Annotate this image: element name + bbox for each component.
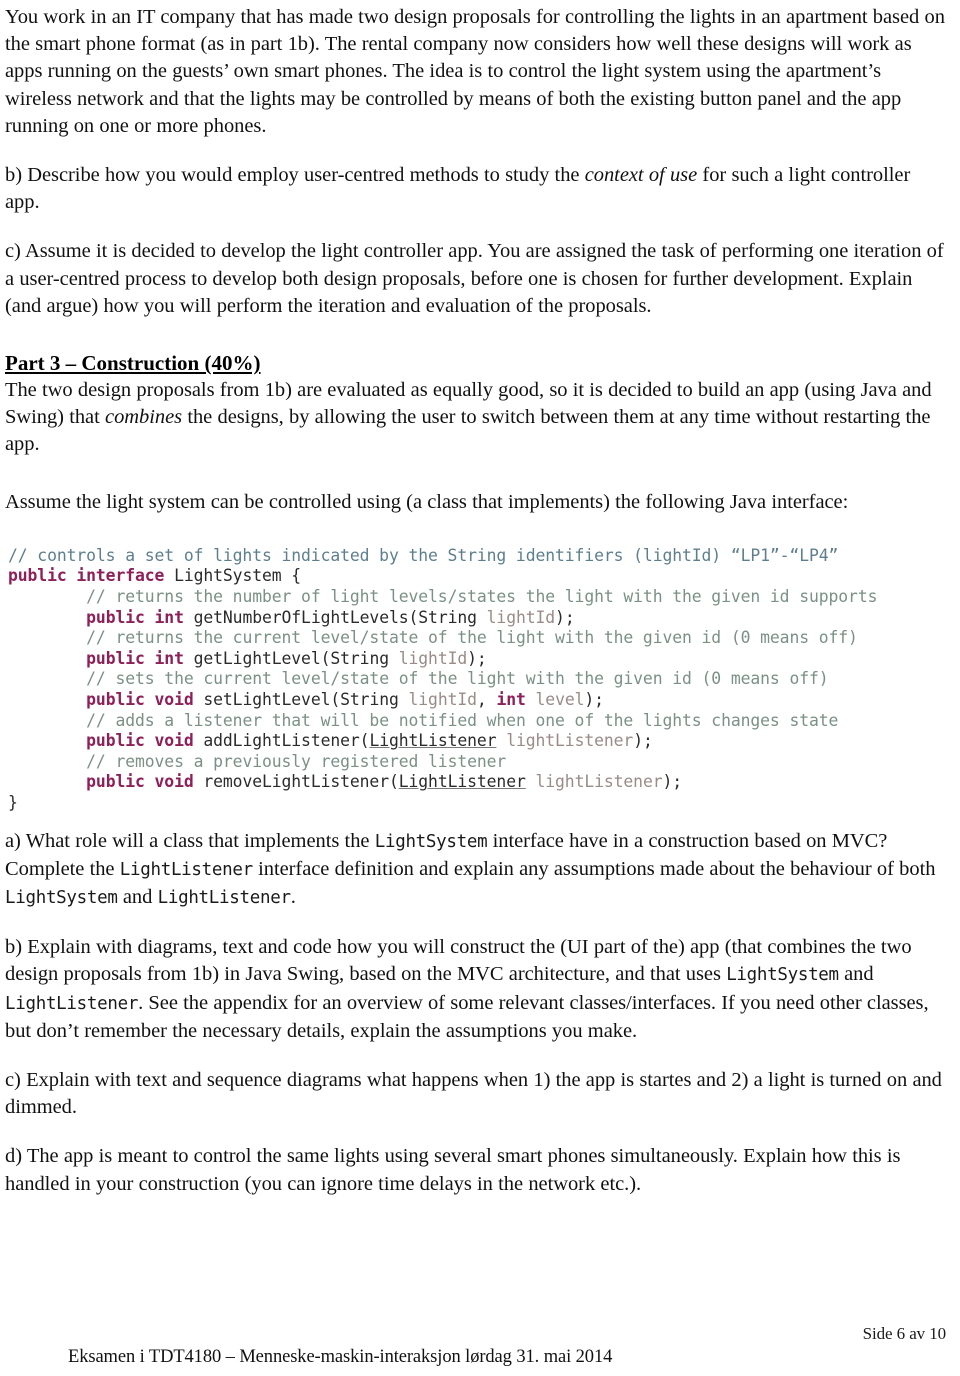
task-3a-post: . <box>290 885 296 908</box>
code-token: ); <box>467 648 487 668</box>
java-interface-code-block: // controls a set of lights indicated by… <box>5 546 948 814</box>
code-line: public int getNumberOfLightLevels(String… <box>8 608 948 629</box>
page-number: Side 6 av 10 <box>862 1324 946 1343</box>
code-token: public void <box>86 690 194 709</box>
code-line: // returns the number of light levels/st… <box>8 587 948 608</box>
paragraph-assume-interface: Assume the light system can be controlle… <box>5 490 849 513</box>
task-2b-emphasis: context of use <box>584 164 698 187</box>
code-line: // adds a listener that will be notified… <box>8 711 948 732</box>
code-token: lightId <box>398 690 477 709</box>
code-token: public int <box>86 648 184 668</box>
document-page: You work in an IT company that has made … <box>0 0 960 1376</box>
code-token: String <box>340 690 399 709</box>
code-line: public void addLightListener(LightListen… <box>8 731 948 752</box>
code-token: getLightLevel( <box>183 648 331 668</box>
code-token: addLightListener( <box>193 731 370 751</box>
code-token: // returns the current level/state of th… <box>86 628 858 648</box>
code-token: LightSystem { <box>164 566 302 586</box>
task-2b-pre: b) Describe how you would employ user-ce… <box>5 164 585 187</box>
code-token: // returns the number of light levels/st… <box>86 587 878 607</box>
paragraph-part3-intro: The two design proposals from 1b) are ev… <box>5 377 948 459</box>
code-token: // removes a previously registered liste… <box>86 751 507 771</box>
part3-intro-emphasis: combines <box>105 406 183 429</box>
paragraph-task-2c: c) Assume it is decided to develop the l… <box>5 240 944 317</box>
code-line: public int getLightLevel(String lightId)… <box>8 649 948 670</box>
code-token: LightListener <box>369 731 497 751</box>
task-3a-mid2: interface definition and explain any ass… <box>252 857 936 880</box>
paragraph-intro: You work in an IT company that has made … <box>5 6 945 137</box>
footer-exam-line: Eksamen i TDT4180 – Menneske-maskin-inte… <box>68 1347 613 1367</box>
code-token: ); <box>584 690 604 709</box>
code-token: // controls a set of lights indicated by… <box>8 545 839 565</box>
code-token: public void <box>86 731 194 751</box>
code-token: public interface <box>8 566 165 586</box>
code-lightlistener: LightListener <box>119 859 253 880</box>
code-line: public void removeLightListener(LightLis… <box>8 772 948 793</box>
code-lightlistener: LightListener <box>5 993 139 1014</box>
code-lightsystem: LightSystem <box>374 831 488 852</box>
page-footer: Side 6 av 10 Eksamen i TDT4180 – Mennesk… <box>0 1314 960 1376</box>
code-token: // sets the current level/state of the l… <box>86 669 829 689</box>
code-line: // controls a set of lights indicated by… <box>8 546 948 567</box>
code-token: removeLightListener( <box>193 772 399 792</box>
code-token: getNumberOfLightLevels( <box>183 607 419 627</box>
task-3b-post: . See the appendix for an overview of so… <box>5 991 929 1042</box>
paragraph-task-3b: b) Explain with diagrams, text and code … <box>5 934 948 1045</box>
code-line: } <box>8 793 948 814</box>
paragraph-task-3d: d) The app is meant to control the same … <box>5 1145 901 1195</box>
code-token: level <box>525 690 585 709</box>
paragraph-task-2b: b) Describe how you would employ user-ce… <box>5 162 948 216</box>
paragraph-task-3a: a) What role will a class that implement… <box>5 828 948 913</box>
code-token: String <box>418 607 477 627</box>
code-line: // removes a previously registered liste… <box>8 752 948 773</box>
code-line: public interface LightSystem { <box>8 566 948 587</box>
code-token: , <box>476 690 497 709</box>
code-lightlistener: LightListener <box>157 887 291 908</box>
code-token: ); <box>633 731 653 751</box>
code-line: public void setLightLevel(String lightId… <box>8 690 948 711</box>
task-3a-pre: a) What role will a class that implement… <box>5 829 375 852</box>
code-token: String <box>330 648 389 668</box>
code-token: public int <box>86 607 184 627</box>
code-line: // sets the current level/state of the l… <box>8 669 948 690</box>
code-token: int <box>496 690 526 709</box>
code-token: ); <box>555 607 575 627</box>
code-token: lightId <box>388 648 468 668</box>
code-token: } <box>8 792 18 812</box>
task-3a-mid3: and <box>117 885 158 908</box>
code-token: public void <box>86 772 194 792</box>
code-token: lightListener <box>496 731 634 751</box>
part-3-heading: Part 3 – Construction (40%) <box>5 351 261 376</box>
code-token: lightListener <box>525 772 663 792</box>
task-3b-mid1: and <box>838 963 874 986</box>
code-lightsystem: LightSystem <box>5 887 118 908</box>
code-token: lightId <box>476 607 556 627</box>
code-token: // adds a listener that will be notified… <box>86 710 839 730</box>
code-lightsystem: LightSystem <box>726 965 839 986</box>
code-token: ); <box>662 772 683 792</box>
code-line: // returns the current level/state of th… <box>8 628 948 649</box>
code-token: LightListener <box>398 772 526 792</box>
code-token: setLightLevel( <box>193 690 341 709</box>
paragraph-task-3c: c) Explain with text and sequence diagra… <box>5 1068 942 1119</box>
